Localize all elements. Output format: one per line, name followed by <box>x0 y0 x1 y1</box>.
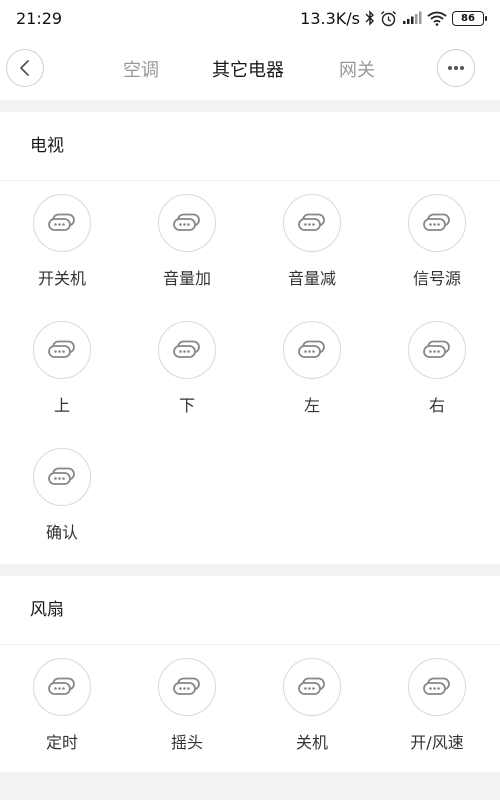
button-label: 摇头 <box>170 733 203 752</box>
chevron-left-icon <box>20 60 29 76</box>
button-label: 右 <box>428 396 445 415</box>
fan-on-speed-button[interactable]: 开/风速 <box>387 658 487 753</box>
more-button[interactable] <box>437 49 475 87</box>
button-label: 开关机 <box>37 269 86 288</box>
tab-air-conditioner[interactable]: 空调 <box>123 56 159 82</box>
remote-key-icon <box>158 658 216 716</box>
signal-icon <box>402 11 422 25</box>
wifi-icon <box>427 11 447 26</box>
tv-down-button[interactable]: 下 <box>137 321 237 416</box>
button-label: 左 <box>303 396 320 415</box>
remote-key-icon <box>408 321 466 379</box>
tab-gateway[interactable]: 网关 <box>339 56 375 82</box>
remote-key-icon <box>158 194 216 252</box>
remote-key-icon <box>408 194 466 252</box>
bluetooth-icon <box>365 10 375 26</box>
category-tabs: 空调 其它电器 网关 <box>0 36 500 100</box>
fan-oscillate-button[interactable]: 摇头 <box>137 658 237 753</box>
button-label: 下 <box>178 396 195 415</box>
status-time: 21:29 <box>16 8 63 28</box>
button-label: 关机 <box>295 733 328 752</box>
button-label: 音量减 <box>287 269 336 288</box>
tv-volume-up-button[interactable]: 音量加 <box>137 194 237 289</box>
more-dots-icon <box>448 66 464 70</box>
remote-key-icon <box>33 194 91 252</box>
remote-key-icon <box>33 321 91 379</box>
button-label: 上 <box>53 396 70 415</box>
button-label: 定时 <box>45 733 78 752</box>
remote-key-icon <box>158 321 216 379</box>
button-label: 开/风速 <box>410 733 464 752</box>
tv-section: 电视 开关机 音量加 音量减 信号源 上 下 左 右 确认 <box>0 112 500 564</box>
fan-off-button[interactable]: 关机 <box>262 658 362 753</box>
tv-volume-down-button[interactable]: 音量减 <box>262 194 362 289</box>
fan-timer-button[interactable]: 定时 <box>12 658 112 753</box>
tv-ok-button[interactable]: 确认 <box>12 448 112 543</box>
tv-up-button[interactable]: 上 <box>12 321 112 416</box>
tv-left-button[interactable]: 左 <box>262 321 362 416</box>
remote-key-icon <box>33 658 91 716</box>
button-label: 信号源 <box>412 269 461 288</box>
section-title-tv: 电视 <box>0 112 500 181</box>
tv-power-button[interactable]: 开关机 <box>12 194 112 289</box>
fan-section: 风扇 定时 摇头 关机 开/风速 <box>0 576 500 772</box>
remote-key-icon <box>33 448 91 506</box>
remote-key-icon <box>283 321 341 379</box>
button-label: 确认 <box>45 523 78 542</box>
network-speed: 13.3K/s <box>300 8 360 28</box>
back-button[interactable] <box>6 49 44 87</box>
battery-indicator: 86 <box>452 10 487 26</box>
status-bar: 21:29 13.3K/s 86 <box>0 0 500 36</box>
tab-other-appliances[interactable]: 其它电器 <box>212 56 284 82</box>
remote-key-icon <box>283 658 341 716</box>
status-icons: 13.3K/s 86 <box>300 8 487 28</box>
alarm-icon <box>380 10 397 27</box>
remote-key-icon <box>283 194 341 252</box>
tv-input-source-button[interactable]: 信号源 <box>387 194 487 289</box>
top-nav-bar: 空调 其它电器 网关 <box>0 36 500 100</box>
remote-key-icon <box>408 658 466 716</box>
section-title-fan: 风扇 <box>0 576 500 645</box>
button-label: 音量加 <box>162 269 211 288</box>
tv-right-button[interactable]: 右 <box>387 321 487 416</box>
